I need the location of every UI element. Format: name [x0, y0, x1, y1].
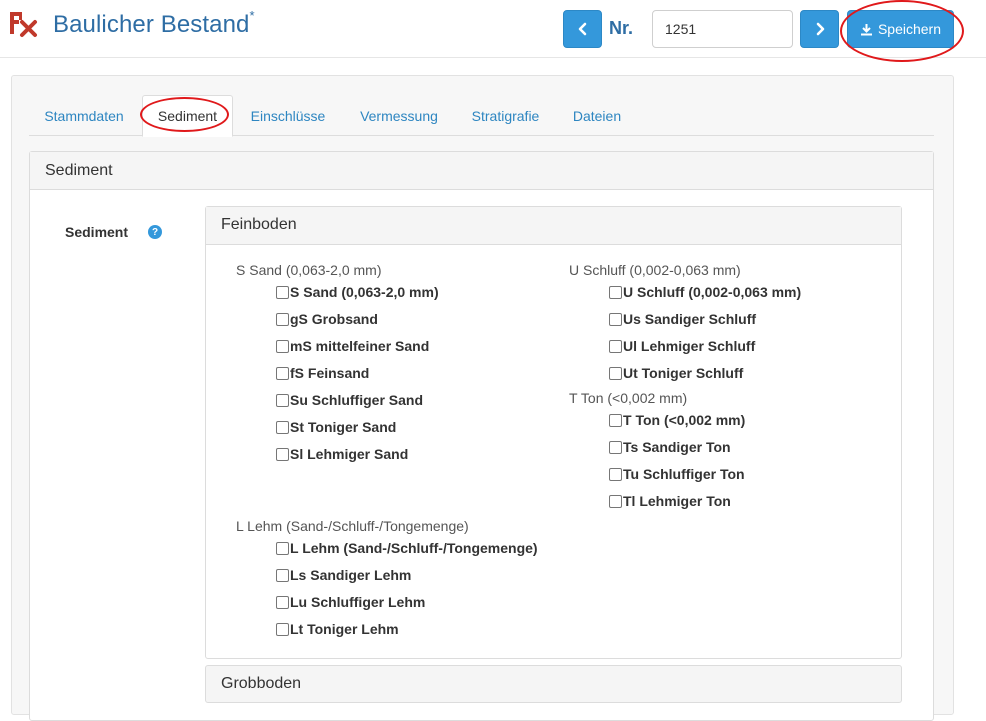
checkbox-option[interactable]: Us Sandiger Schluff	[609, 311, 756, 327]
checkbox-option[interactable]: Sl Lehmiger Sand	[276, 446, 408, 462]
modified-marker: *	[249, 8, 255, 23]
grobboden-panel-heading[interactable]: Grobboden	[205, 665, 902, 703]
checkbox-option[interactable]: St Toniger Sand	[276, 419, 396, 435]
feinboden-heading: Feinboden	[206, 207, 901, 245]
top-bar: Baulicher Bestand* Nr. Speichern	[0, 0, 986, 58]
download-icon	[860, 23, 872, 35]
checkbox[interactable]	[609, 494, 622, 508]
checkbox[interactable]	[276, 568, 289, 582]
page-title-text: Baulicher Bestand	[53, 11, 250, 38]
checkbox-option[interactable]: Tu Schluffiger Ton	[609, 466, 745, 482]
sediment-field-label: Sediment	[65, 224, 129, 240]
chevron-right-icon	[816, 22, 824, 36]
checkbox[interactable]	[276, 622, 289, 636]
record-number-label: Nr.	[609, 18, 634, 38]
app-logo-icon	[10, 12, 37, 37]
record-number-input[interactable]	[652, 10, 793, 48]
checkbox[interactable]	[276, 339, 289, 353]
checkbox-option[interactable]: Tl Lehmiger Ton	[609, 493, 731, 509]
checkbox[interactable]	[276, 447, 289, 461]
checkbox[interactable]	[276, 312, 289, 326]
checkbox-label: fS Feinsand	[290, 365, 370, 381]
checkbox[interactable]	[609, 440, 622, 454]
sediment-panel-heading: Sediment	[30, 152, 933, 190]
previous-record-button[interactable]	[563, 10, 602, 48]
checkbox[interactable]	[276, 285, 289, 299]
checkbox-option[interactable]: Su Schluffiger Sand	[276, 392, 423, 408]
checkbox-option[interactable]: Ts Sandiger Ton	[609, 439, 731, 455]
checkbox-option[interactable]: fS Feinsand	[276, 365, 369, 381]
checkbox-label: Ls Sandiger Lehm	[290, 567, 412, 583]
checkbox-label: Su Schluffiger Sand	[290, 392, 424, 408]
checkbox[interactable]	[276, 595, 289, 609]
schluff-group-title: U Schluff (0,002-0,063 mm)	[569, 262, 741, 278]
checkbox[interactable]	[609, 366, 622, 380]
checkbox[interactable]	[276, 420, 289, 434]
checkbox-label: L Lehm (Sand-/Schluff-/Tongemenge)	[290, 540, 538, 556]
tab-vermessung[interactable]: Vermessung	[350, 95, 448, 136]
checkbox-option[interactable]: Lt Toniger Lehm	[276, 621, 399, 637]
checkbox[interactable]	[276, 541, 289, 555]
checkbox-option[interactable]: L Lehm (Sand-/Schluff-/Tongemenge)	[276, 540, 538, 556]
chevron-left-icon	[578, 22, 586, 36]
tab-bar: Stammdaten Sediment Einschlüsse Vermessu…	[29, 95, 934, 137]
checkbox[interactable]	[276, 393, 289, 407]
checkbox-option[interactable]: mS mittelfeiner Sand	[276, 338, 429, 354]
checkbox-label: mS mittelfeiner Sand	[290, 338, 430, 354]
checkbox-label: St Toniger Sand	[290, 419, 397, 435]
ton-group-title: T Ton (<0,002 mm)	[569, 390, 688, 406]
checkbox-option[interactable]: Lu Schluffiger Lehm	[276, 594, 425, 610]
checkbox-label: Sl Lehmiger Sand	[290, 446, 409, 462]
checkbox-option[interactable]: gS Grobsand	[276, 311, 378, 327]
tab-stratigrafie[interactable]: Stratigrafie	[463, 95, 548, 136]
checkbox-label: U Schluff (0,002-0,063 mm)	[623, 284, 802, 300]
checkbox-option[interactable]: Ls Sandiger Lehm	[276, 567, 411, 583]
page-title: Baulicher Bestand*	[53, 8, 255, 39]
checkbox[interactable]	[609, 312, 622, 326]
checkbox-option[interactable]: U Schluff (0,002-0,063 mm)	[609, 284, 801, 300]
lehm-group-title: L Lehm (Sand-/Schluff-/Tongemenge)	[236, 518, 469, 534]
checkbox-label: S Sand (0,063-2,0 mm)	[290, 284, 439, 300]
checkbox-option[interactable]: Ul Lehmiger Schluff	[609, 338, 755, 354]
sand-group-title: S Sand (0,063-2,0 mm)	[236, 262, 382, 278]
tab-stammdaten[interactable]: Stammdaten	[29, 95, 139, 136]
next-record-button[interactable]	[800, 10, 839, 48]
checkbox-label: Ts Sandiger Ton	[623, 439, 731, 455]
checkbox-option[interactable]: Ut Toniger Schluff	[609, 365, 743, 381]
checkbox-label: Us Sandiger Schluff	[623, 311, 757, 327]
checkbox-label: Lu Schluffiger Lehm	[290, 594, 426, 610]
checkbox[interactable]	[609, 467, 622, 481]
checkbox[interactable]	[276, 366, 289, 380]
checkbox[interactable]	[609, 413, 622, 427]
checkbox-label: T Ton (<0,002 mm)	[623, 412, 746, 428]
tab-dateien[interactable]: Dateien	[565, 95, 629, 136]
question-circle-icon[interactable]: ?	[148, 225, 162, 239]
checkbox-label: Ut Toniger Schluff	[623, 365, 744, 381]
checkbox-label: Tu Schluffiger Ton	[623, 466, 745, 482]
tab-sediment[interactable]: Sediment	[142, 95, 233, 137]
checkbox-label: gS Grobsand	[290, 311, 378, 327]
tab-einschluesse[interactable]: Einschlüsse	[241, 95, 335, 136]
save-button-label: Speichern	[877, 21, 942, 37]
save-button[interactable]: Speichern	[847, 10, 954, 48]
checkbox-label: Tl Lehmiger Ton	[623, 493, 731, 509]
checkbox-label: Ul Lehmiger Schluff	[623, 338, 756, 354]
checkbox[interactable]	[609, 285, 622, 299]
checkbox-option[interactable]: T Ton (<0,002 mm)	[609, 412, 745, 428]
checkbox[interactable]	[609, 339, 622, 353]
checkbox-option[interactable]: S Sand (0,063-2,0 mm)	[276, 284, 439, 300]
checkbox-label: Lt Toniger Lehm	[290, 621, 399, 637]
